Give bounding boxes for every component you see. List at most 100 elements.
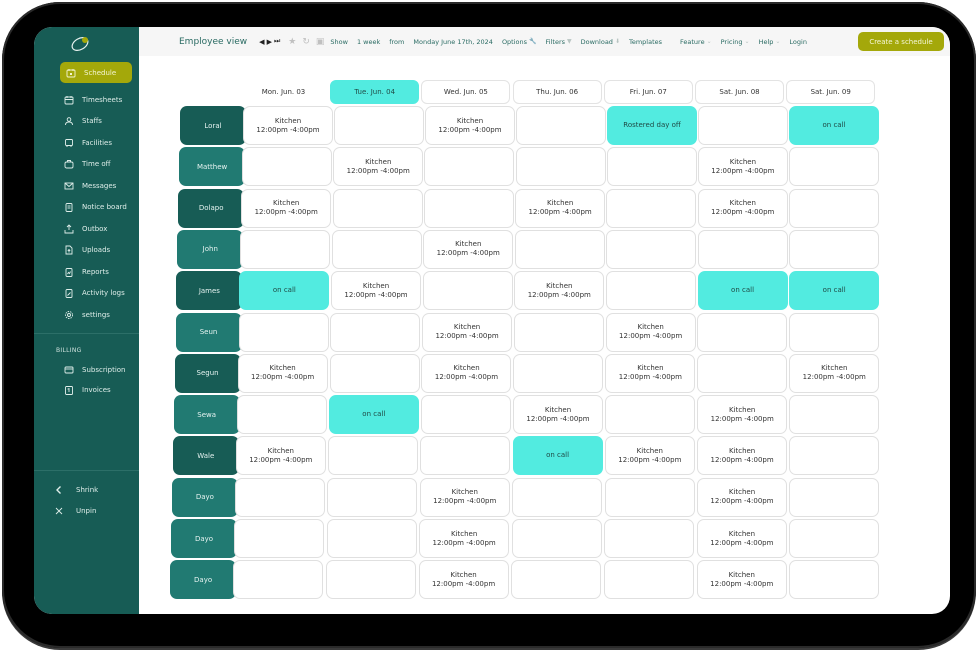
- save-icon[interactable]: ▣: [316, 37, 325, 47]
- empty-cell[interactable]: [240, 229, 331, 269]
- empty-cell[interactable]: [789, 560, 880, 600]
- filters-button[interactable]: Filters ▼: [546, 38, 572, 46]
- prev-icon[interactable]: ◀: [259, 38, 264, 46]
- sidebar-item-activity-logs[interactable]: Activity logs: [34, 283, 139, 305]
- empty-cell[interactable]: [334, 106, 424, 146]
- empty-cell[interactable]: [238, 312, 329, 352]
- date-picker[interactable]: Monday June 17th, 2024: [413, 38, 493, 46]
- empty-cell[interactable]: [328, 436, 419, 476]
- empty-cell[interactable]: [789, 477, 880, 517]
- sidebar-item-outbox[interactable]: Outbox: [34, 218, 139, 240]
- empty-cell[interactable]: [604, 519, 695, 559]
- status-cell[interactable]: on call: [789, 271, 880, 311]
- status-cell[interactable]: on call: [697, 271, 788, 311]
- empty-cell[interactable]: [329, 353, 420, 393]
- day-header[interactable]: Thu. Jun. 06: [512, 80, 602, 104]
- empty-cell[interactable]: [605, 271, 696, 311]
- shift-cell[interactable]: Kitchen 12:00pm -4:00pm: [235, 436, 326, 476]
- employee-name[interactable]: Dolapo: [178, 188, 245, 228]
- pricing-menu[interactable]: Pricing ⌄: [721, 38, 750, 46]
- empty-cell[interactable]: [331, 229, 422, 269]
- empty-cell[interactable]: [606, 188, 697, 228]
- empty-cell[interactable]: [606, 147, 697, 187]
- shift-cell[interactable]: Kitchen 12:00pm -4:00pm: [696, 560, 787, 600]
- day-header[interactable]: Fri. Jun. 07: [603, 80, 693, 104]
- empty-cell[interactable]: [516, 106, 606, 146]
- sidebar-item-invoices[interactable]: Invoices: [34, 380, 139, 400]
- empty-cell[interactable]: [234, 477, 325, 517]
- empty-cell[interactable]: [512, 477, 603, 517]
- shift-cell[interactable]: Kitchen 12:00pm -4:00pm: [514, 271, 605, 311]
- shift-cell[interactable]: Kitchen 12:00pm -4:00pm: [696, 519, 787, 559]
- empty-cell[interactable]: [332, 188, 423, 228]
- empty-cell[interactable]: [325, 560, 416, 600]
- employee-name[interactable]: Sewa: [173, 395, 240, 435]
- empty-cell[interactable]: [697, 312, 788, 352]
- employee-name[interactable]: Loral: [180, 106, 246, 146]
- empty-cell[interactable]: [514, 229, 605, 269]
- day-header[interactable]: Mon. Jun. 03: [239, 80, 328, 104]
- shift-cell[interactable]: Kitchen 12:00pm -4:00pm: [789, 353, 880, 393]
- empty-cell[interactable]: [606, 229, 697, 269]
- empty-cell[interactable]: [233, 560, 324, 600]
- employee-name[interactable]: James: [176, 271, 243, 311]
- employee-name[interactable]: Dayo: [170, 560, 237, 600]
- next-icon[interactable]: ▶: [267, 38, 272, 46]
- day-header[interactable]: Tue. Jun. 04: [330, 80, 420, 104]
- shift-cell[interactable]: Kitchen 12:00pm -4:00pm: [421, 353, 512, 393]
- empty-cell[interactable]: [789, 188, 880, 228]
- download-button[interactable]: Download ⬇: [581, 38, 620, 46]
- empty-cell[interactable]: [605, 395, 696, 435]
- empty-cell[interactable]: [789, 519, 880, 559]
- sidebar-item-staffs[interactable]: Staffs: [34, 111, 139, 133]
- sidebar-item-facilities[interactable]: Facilities: [34, 132, 139, 154]
- empty-cell[interactable]: [515, 147, 606, 187]
- shift-cell[interactable]: Kitchen 12:00pm -4:00pm: [697, 436, 788, 476]
- status-cell[interactable]: on call: [512, 436, 603, 476]
- login-link[interactable]: Login: [789, 38, 807, 46]
- shift-cell[interactable]: Kitchen 12:00pm -4:00pm: [243, 106, 333, 146]
- empty-cell[interactable]: [242, 147, 333, 187]
- empty-cell[interactable]: [697, 353, 788, 393]
- empty-cell[interactable]: [513, 353, 604, 393]
- refresh-icon[interactable]: ↻: [302, 37, 310, 47]
- empty-cell[interactable]: [698, 106, 788, 146]
- employee-name[interactable]: Dayo: [171, 477, 238, 517]
- employee-name[interactable]: Matthew: [179, 147, 246, 187]
- skip-end-icon[interactable]: ⏭: [274, 37, 280, 46]
- shift-cell[interactable]: Kitchen 12:00pm -4:00pm: [419, 519, 510, 559]
- shift-cell[interactable]: Kitchen 12:00pm -4:00pm: [331, 271, 422, 311]
- shift-cell[interactable]: Kitchen 12:00pm -4:00pm: [604, 436, 695, 476]
- shift-cell[interactable]: Kitchen 12:00pm -4:00pm: [515, 188, 606, 228]
- sidebar-item-time-off[interactable]: Time off: [34, 154, 139, 176]
- status-cell[interactable]: Rostered day off: [607, 106, 697, 146]
- sidebar-item-unpin[interactable]: Unpin: [34, 500, 139, 521]
- empty-cell[interactable]: [423, 188, 514, 228]
- empty-cell[interactable]: [604, 560, 695, 600]
- range-select[interactable]: 1 week: [357, 38, 380, 46]
- employee-name[interactable]: John: [177, 229, 244, 269]
- templates-button[interactable]: Templates: [629, 38, 662, 46]
- sidebar-item-notice-board[interactable]: Notice board: [34, 197, 139, 219]
- shift-cell[interactable]: Kitchen 12:00pm -4:00pm: [605, 312, 696, 352]
- empty-cell[interactable]: [420, 395, 511, 435]
- employee-name[interactable]: Seun: [175, 312, 242, 352]
- empty-cell[interactable]: [420, 436, 511, 476]
- employee-name[interactable]: Segun: [174, 353, 241, 393]
- empty-cell[interactable]: [604, 477, 695, 517]
- shift-cell[interactable]: Kitchen 12:00pm -4:00pm: [605, 353, 696, 393]
- empty-cell[interactable]: [511, 560, 602, 600]
- empty-cell[interactable]: [234, 519, 324, 559]
- day-header[interactable]: Wed. Jun. 05: [421, 80, 511, 104]
- shift-cell[interactable]: Kitchen 12:00pm -4:00pm: [697, 147, 788, 187]
- employee-name[interactable]: Dayo: [171, 519, 237, 559]
- shift-cell[interactable]: Kitchen 12:00pm -4:00pm: [513, 395, 603, 435]
- sidebar-item-settings[interactable]: settings: [34, 304, 139, 326]
- empty-cell[interactable]: [697, 229, 788, 269]
- empty-cell[interactable]: [327, 477, 418, 517]
- star-icon[interactable]: ★: [288, 37, 296, 47]
- shift-cell[interactable]: Kitchen 12:00pm -4:00pm: [241, 188, 332, 228]
- shift-cell[interactable]: Kitchen 12:00pm -4:00pm: [333, 147, 424, 187]
- shift-cell[interactable]: Kitchen 12:00pm -4:00pm: [423, 229, 514, 269]
- sidebar-item-uploads[interactable]: Uploads: [34, 240, 139, 262]
